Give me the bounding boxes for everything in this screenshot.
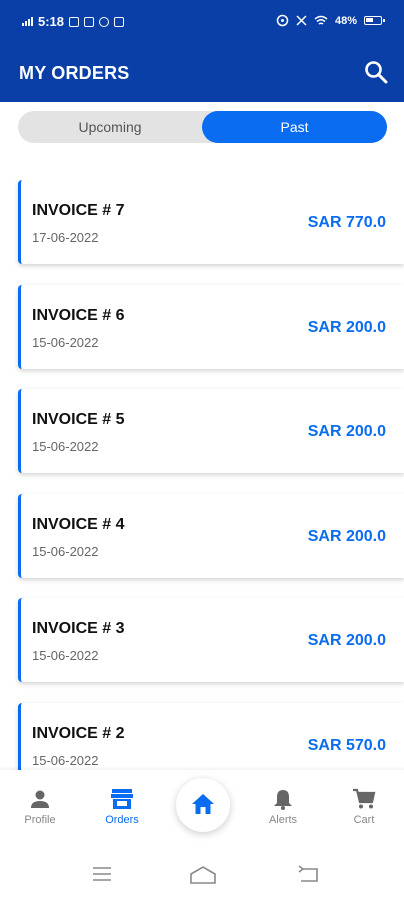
nav-alerts[interactable]: Alerts — [253, 788, 313, 826]
battery-icon — [364, 16, 385, 25]
home-button[interactable] — [176, 778, 230, 832]
battery-percent: 48% — [334, 14, 357, 27]
bell-icon — [274, 790, 292, 810]
page-title: MY ORDERS — [19, 63, 130, 83]
invoice-date: 17-06-2022 — [32, 230, 99, 245]
store-icon — [111, 789, 133, 809]
notification-icon — [69, 16, 80, 27]
search-button[interactable] — [362, 58, 390, 86]
notification-icon — [84, 16, 95, 27]
person-icon — [31, 790, 49, 808]
invoice-amount: SAR 200.0 — [307, 319, 386, 336]
tab-upcoming[interactable]: Upcoming — [18, 111, 202, 143]
order-card[interactable]: INVOICE # 2 15-06-2022 SAR 570.0 — [18, 703, 404, 770]
invoice-title: INVOICE # 7 — [32, 202, 125, 219]
invoice-amount: SAR 200.0 — [307, 632, 386, 649]
menu-icon[interactable] — [91, 865, 113, 883]
nav-cart[interactable]: Cart — [334, 788, 394, 826]
hotspot-icon — [276, 14, 289, 27]
whatsapp-icon — [99, 16, 110, 27]
invoice-date: 15-06-2022 — [32, 335, 99, 350]
back-icon[interactable] — [297, 865, 321, 885]
order-card[interactable]: INVOICE # 5 15-06-2022 SAR 200.0 — [18, 389, 404, 473]
invoice-title: INVOICE # 5 — [32, 411, 125, 428]
app-bar: MY ORDERS — [0, 46, 404, 102]
notification-icon — [114, 16, 125, 27]
wifi-icon — [314, 15, 328, 25]
invoice-title: INVOICE # 2 — [32, 725, 125, 742]
invoice-date: 15-06-2022 — [32, 753, 99, 768]
search-icon — [365, 61, 388, 84]
order-card[interactable]: INVOICE # 7 17-06-2022 SAR 770.0 — [18, 180, 404, 264]
home-icon — [192, 794, 214, 814]
invoice-date: 15-06-2022 — [32, 439, 99, 454]
order-card[interactable]: INVOICE # 4 15-06-2022 SAR 200.0 — [18, 494, 404, 578]
order-card[interactable]: INVOICE # 3 15-06-2022 SAR 200.0 — [18, 598, 404, 682]
nav-orders-label: Orders — [105, 814, 139, 826]
invoice-amount: SAR 570.0 — [307, 737, 386, 754]
invoice-date: 15-06-2022 — [32, 648, 99, 663]
signal-icon — [22, 17, 33, 26]
nav-profile[interactable]: Profile — [10, 788, 70, 826]
tab-past[interactable]: Past — [202, 111, 387, 143]
orders-segment-toggle: Upcoming Past — [18, 111, 387, 143]
order-card[interactable]: INVOICE # 6 15-06-2022 SAR 200.0 — [18, 285, 404, 369]
status-bar: 5:18 48% — [0, 0, 404, 46]
invoice-date: 15-06-2022 — [32, 544, 99, 559]
invoice-title: INVOICE # 6 — [32, 307, 125, 324]
nav-alerts-label: Alerts — [268, 814, 298, 826]
nav-profile-label: Profile — [24, 814, 56, 826]
invoice-amount: SAR 200.0 — [307, 528, 386, 545]
invoice-amount: SAR 770.0 — [307, 214, 386, 231]
invoice-title: INVOICE # 3 — [32, 620, 125, 637]
status-time: 5:18 — [38, 14, 65, 29]
cart-icon — [353, 788, 376, 809]
no-signal-icon — [296, 15, 307, 26]
system-navigation-bar — [0, 845, 404, 900]
order-list: INVOICE # 7 17-06-2022 SAR 770.0 INVOICE… — [0, 180, 404, 770]
nav-cart-label: Cart — [353, 814, 375, 826]
nav-orders[interactable]: Orders — [92, 788, 152, 826]
invoice-title: INVOICE # 4 — [32, 516, 125, 533]
invoice-amount: SAR 200.0 — [307, 423, 386, 440]
home-outline-icon[interactable] — [189, 865, 217, 885]
